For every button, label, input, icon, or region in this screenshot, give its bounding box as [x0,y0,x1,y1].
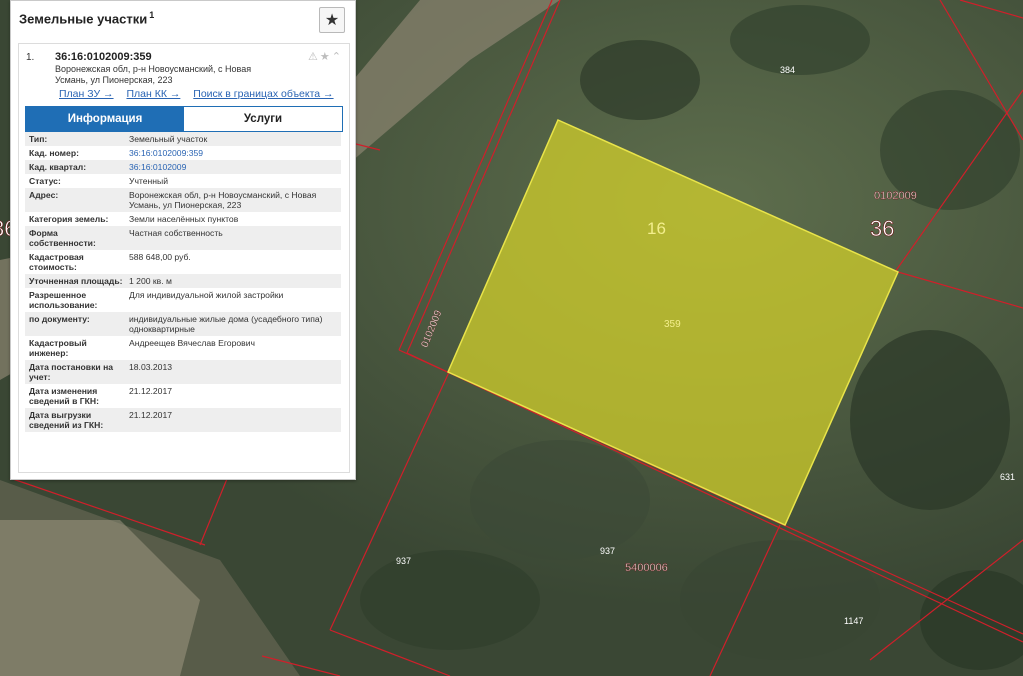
info-row: Дата изменения сведений в ГКН: 21.12.2017 [25,384,341,408]
info-label: Дата изменения сведений в ГКН: [29,386,99,406]
plot-number-label: 16 [647,219,666,238]
info-row: Форма собственности: Частная собственност… [25,226,341,250]
info-label: Форма собственности: [29,228,96,248]
search-in-bounds-link[interactable]: Поиск в границах объекта → [193,88,333,100]
parcel-937-label-b: 937 [600,546,615,556]
info-label: Дата выгрузки сведений из ГКН: [29,410,104,430]
info-value: 588 648,00 руб. [129,252,191,262]
tab-services[interactable]: Услуги [184,107,342,131]
cadastral-number-title[interactable]: 36:16:0102009:359 [55,51,152,63]
parcel-1147-label: 1147 [844,616,863,626]
info-value: Учтенный [129,176,169,186]
info-label: Кад. номер: [29,148,79,158]
info-label: Кад. квартал: [29,162,87,172]
info-label: Уточненная площадь: [29,276,123,286]
result-count: 1 [149,10,155,20]
info-value: Земли населённых пунктов [129,214,239,224]
parcel-384-label: 384 [780,65,795,75]
info-value: Частная собственность [129,228,223,238]
info-row: Дата постановки на учет: 18.03.2013 [25,360,341,384]
info-label: Категория земель: [29,214,109,224]
region-label: 36 [870,216,894,241]
info-label: Адрес: [29,190,59,200]
record-tools: ⚠★⌃ [308,50,343,63]
address-text: Воронежская обл, р-н Новоусманский, с Но… [55,64,252,85]
collapse-icon[interactable]: ⌃ [332,51,343,63]
tab-bar: Информация Услуги [25,106,343,132]
info-row: Кадастровый инженер: Андреещев Вячеслав Е… [25,336,341,360]
info-value: Земельный участок [129,134,208,144]
info-value: 21.12.2017 [129,410,173,420]
info-label: Статус: [29,176,61,186]
info-row: Дата выгрузки сведений из ГКН: 21.12.2017 [25,408,341,432]
info-value: 21.12.2017 [129,386,173,396]
info-value: индивидуальные жилые дома (усадебного ти… [129,314,323,334]
info-table: Тип: Земельный участок Кад. номер: 36:16:01… [25,132,341,432]
action-links: План ЗУ → План КК → Поиск в границах объ… [59,88,344,100]
star-icon: ★ [324,12,340,29]
info-value: Воронежская обл, р-н Новоусманский, с Но… [129,190,317,210]
info-row: Тип: Земельный участок [25,132,341,146]
info-row: по документу: индивидуальные жилые дома (… [25,312,341,336]
plot-id-label: 359 [664,319,681,330]
result-card: 1. 36:16:0102009:359 Воронежская обл, р-… [18,43,350,473]
info-label: Тип: [29,134,48,144]
info-value: 18.03.2013 [129,362,173,372]
info-label: Кадастровая стоимость: [29,252,84,272]
info-value[interactable]: 36:16:0102009:359 [125,146,341,160]
info-value: Андреещев Вячеслав Егорович [129,338,255,348]
info-value[interactable]: 36:16:0102009 [125,160,341,174]
info-row: Кад. квартал: 36:16:0102009 [25,160,341,174]
info-row: Кадастровая стоимость: 588 648,00 руб. [25,250,341,274]
info-row: Категория земель: Земли населённых пункто… [25,212,341,226]
parcel-631-label: 631 [1000,472,1015,482]
star-outline-icon[interactable]: ★ [320,51,332,63]
quarter-label: 0102009 [874,190,917,202]
info-row: Адрес: Воронежская обл, р-н Новоусманский… [25,188,341,212]
info-label: Дата постановки на учет: [29,362,114,382]
favorite-button[interactable]: ★ [319,7,345,33]
tab-information[interactable]: Информация [26,107,184,131]
info-label: Кадастровый инженер: [29,338,87,358]
info-label: по документу: [29,314,90,324]
info-value: 1 200 кв. м [129,276,172,286]
plan-zu-link[interactable]: План ЗУ → [59,88,114,100]
quarter-5400006-label: 5400006 [625,562,668,574]
info-row: Уточненная площадь: 1 200 кв. м [25,274,341,288]
land-plots-panel: Земельные участки 1 ★ 1. 36:16:0102009:35… [10,0,356,480]
plan-kk-link[interactable]: План КК → [126,88,180,100]
info-label: Разрешенное использование: [29,290,98,310]
info-row: Разрешенное использование: Для индивидуал… [25,288,341,312]
result-index: 1. [26,52,35,63]
info-value: Для индивидуальной жилой застройки [129,290,284,300]
warning-icon[interactable]: ⚠ [308,51,320,63]
parcel-937-label-a: 937 [396,556,411,566]
panel-title: Земельные участки 1 [19,10,155,27]
info-row: Кад. номер: 36:16:0102009:359 [25,146,341,160]
info-row: Статус: Учтенный [25,174,341,188]
